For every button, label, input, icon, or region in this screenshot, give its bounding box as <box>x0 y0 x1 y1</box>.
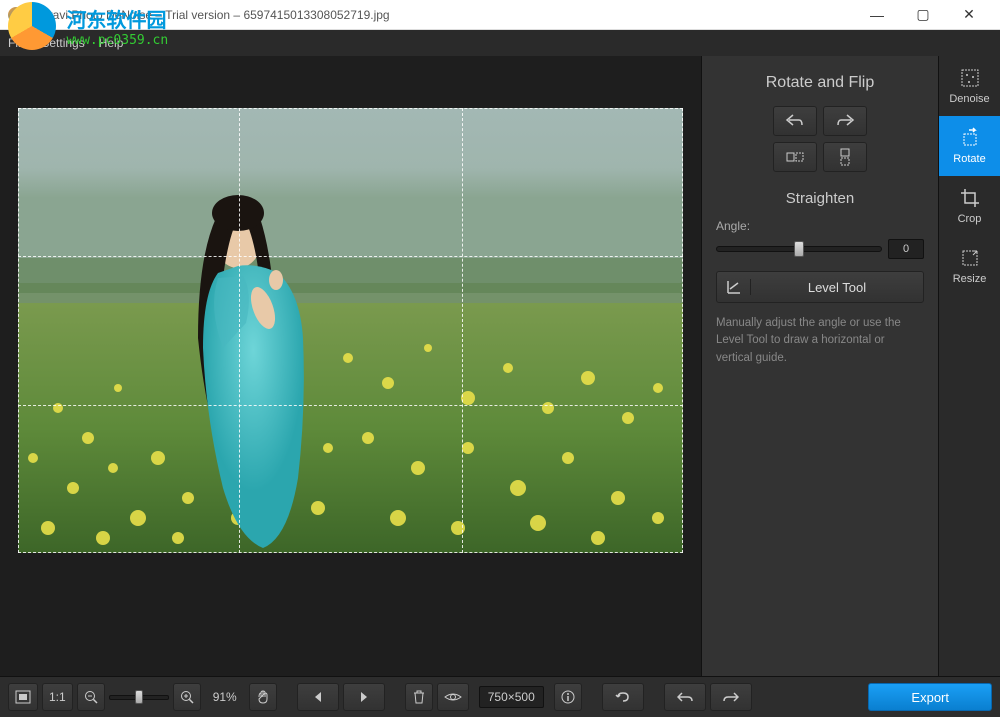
trash-icon <box>412 689 426 705</box>
export-button[interactable]: Export <box>868 683 992 711</box>
flip-horizontal-button[interactable] <box>773 142 817 172</box>
next-button[interactable] <box>343 683 385 711</box>
fit-screen-button[interactable] <box>8 683 38 711</box>
tool-rotate[interactable]: Rotate <box>939 116 1000 176</box>
maximize-button[interactable]: ▢ <box>900 0 946 30</box>
redo-icon <box>723 691 739 703</box>
eye-icon <box>444 691 462 703</box>
flip-vertical-icon <box>838 148 852 166</box>
angle-slider[interactable] <box>716 246 882 252</box>
hand-icon <box>256 689 270 705</box>
photo-preview <box>18 108 683 553</box>
resize-icon <box>959 247 981 269</box>
menu-settings[interactable]: Settings <box>41 36 84 50</box>
panel-title: Rotate and Flip <box>716 74 924 92</box>
straighten-title: Straighten <box>716 190 924 207</box>
rotate-left-button[interactable] <box>773 106 817 136</box>
zoom-percent: 91% <box>213 690 237 704</box>
undo-icon <box>677 691 693 703</box>
zoom-out-button[interactable] <box>77 683 105 711</box>
dimensions: 750×500 <box>479 686 544 708</box>
hand-tool-button[interactable] <box>249 683 277 711</box>
compare-button[interactable] <box>437 683 469 711</box>
rotate-icon <box>959 127 981 149</box>
help-text: Manually adjust the angle or use the Lev… <box>716 315 924 367</box>
zoom-in-button[interactable] <box>173 683 201 711</box>
tool-strip: Denoise Rotate Crop Resize <box>938 56 1000 676</box>
prev-button[interactable] <box>297 683 339 711</box>
rotate-right-icon <box>835 113 855 129</box>
zoom-slider[interactable] <box>109 695 169 700</box>
menu-help[interactable]: Help <box>99 36 124 50</box>
rotate-left-icon <box>785 113 805 129</box>
redo-button[interactable] <box>710 683 752 711</box>
zoom-out-icon <box>84 690 98 704</box>
revert-icon <box>615 690 631 704</box>
rotate-panel: Rotate and Flip Straighten Angle: 0 <box>701 56 938 676</box>
crop-icon <box>959 187 981 209</box>
angle-value[interactable]: 0 <box>888 239 924 259</box>
actual-size-button[interactable]: 1:1 <box>42 683 73 711</box>
close-button[interactable]: ✕ <box>946 0 992 30</box>
zoom-in-icon <box>180 690 194 704</box>
prev-icon <box>313 691 323 703</box>
tool-resize[interactable]: Resize <box>939 236 1000 296</box>
canvas-area[interactable] <box>0 56 701 676</box>
slider-thumb[interactable] <box>794 241 804 257</box>
delete-button[interactable] <box>405 683 433 711</box>
menubar: File Settings Help <box>0 30 1000 56</box>
minimize-button[interactable]: — <box>854 0 900 30</box>
denoise-icon <box>959 67 981 89</box>
info-button[interactable] <box>554 683 582 711</box>
tool-crop[interactable]: Crop <box>939 176 1000 236</box>
level-icon <box>726 279 742 295</box>
next-icon <box>359 691 369 703</box>
angle-label: Angle: <box>716 219 924 233</box>
revert-button[interactable] <box>602 683 644 711</box>
flip-vertical-button[interactable] <box>823 142 867 172</box>
zoom-thumb[interactable] <box>135 690 143 704</box>
undo-button[interactable] <box>664 683 706 711</box>
level-tool-button[interactable]: Level Tool <box>716 271 924 303</box>
app-icon <box>8 7 24 23</box>
titlebar: Movavi Photo DeNoise – Trial version – 6… <box>0 0 1000 30</box>
fit-icon <box>15 690 31 704</box>
rotate-right-button[interactable] <box>823 106 867 136</box>
bottom-toolbar: 1:1 91% 750×500 Export <box>0 676 1000 717</box>
tool-denoise[interactable]: Denoise <box>939 56 1000 116</box>
menu-file[interactable]: File <box>8 36 27 50</box>
info-icon <box>561 690 575 704</box>
window-title: Movavi Photo DeNoise – Trial version – 6… <box>30 8 854 22</box>
flip-horizontal-icon <box>785 150 805 164</box>
